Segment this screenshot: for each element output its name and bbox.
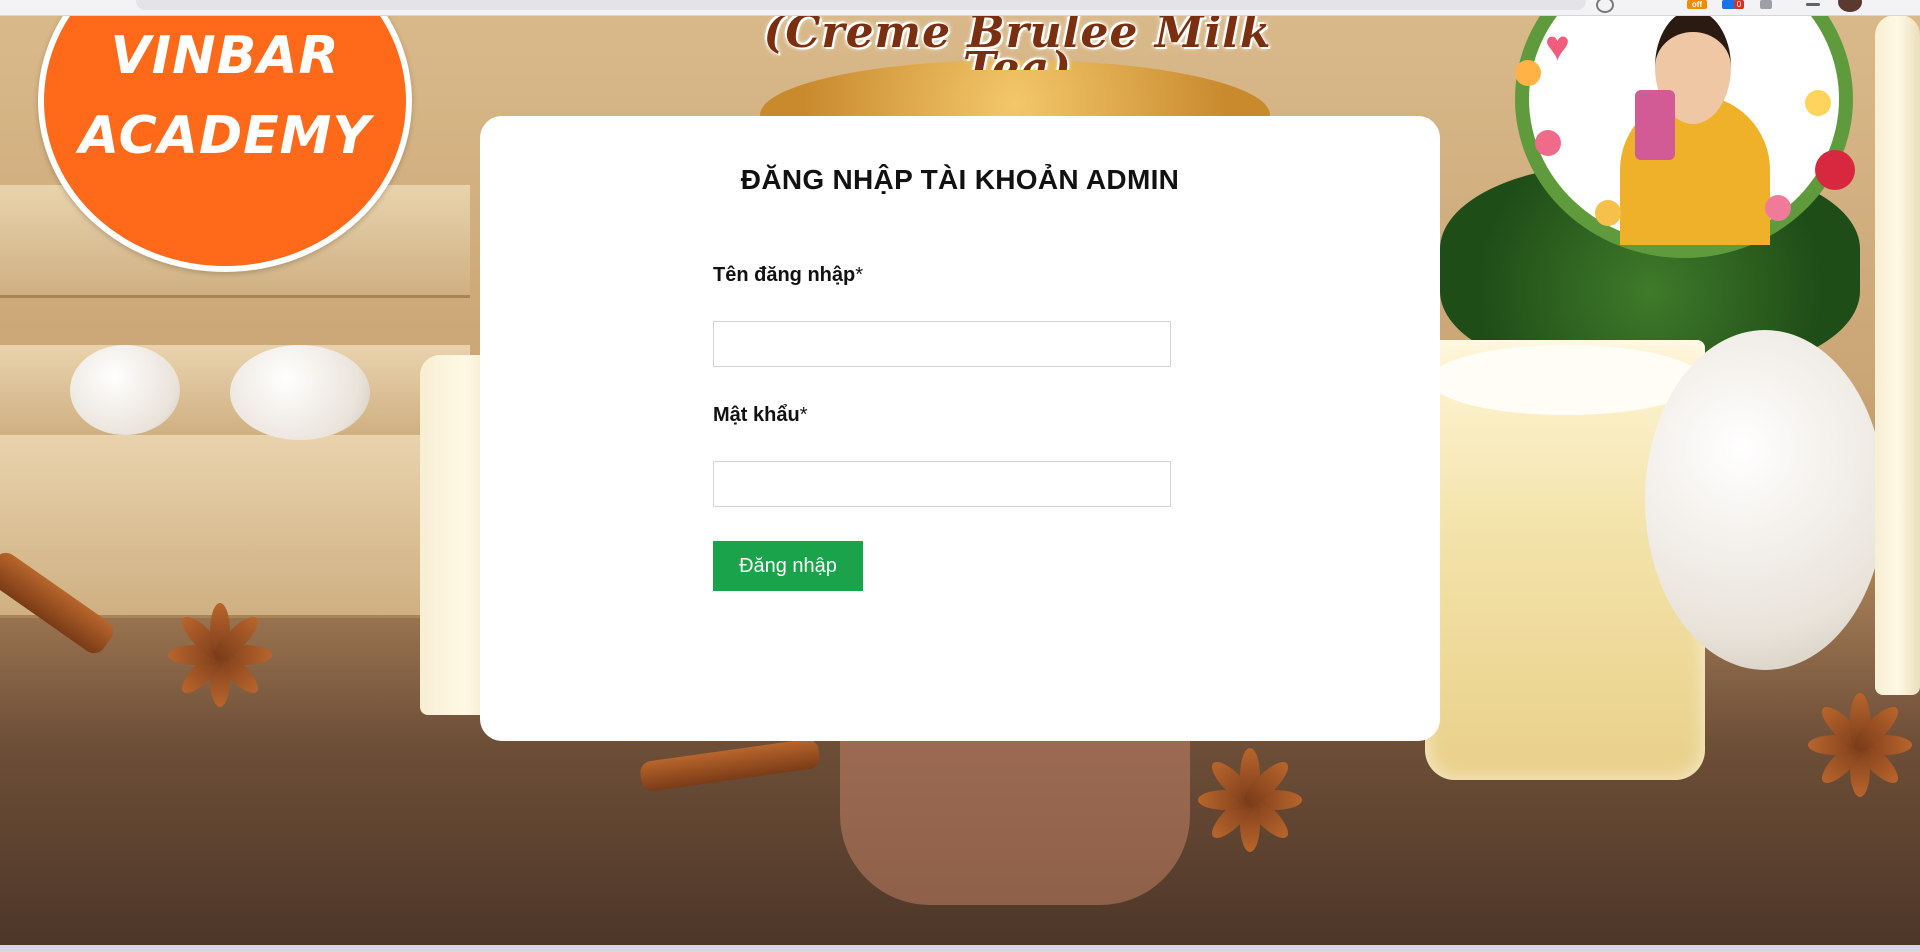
- extension-puzzle-icon[interactable]: [1760, 0, 1772, 9]
- egg: [70, 345, 180, 435]
- username-label-text: Tên đăng nhập: [713, 264, 856, 286]
- star-anise: [160, 603, 280, 707]
- heart-icon: ♥: [1545, 22, 1570, 69]
- flower-icon: [1515, 60, 1541, 86]
- flower-icon: [1535, 130, 1561, 156]
- username-label: Tên đăng nhập*: [713, 264, 863, 287]
- password-label: Mật khẩu*: [713, 404, 807, 427]
- logo-text-line1: VINBAR: [110, 26, 340, 86]
- banner-title: (Creme Brulee Milk Tea): [763, 15, 1272, 70]
- login-card: ĐĂNG NHẬP TÀI KHOẢN ADMIN Tên đăng nhập*…: [480, 116, 1440, 741]
- browser-toolbar: off 0: [0, 0, 1920, 16]
- required-mark: *: [799, 404, 808, 426]
- milk-tea-cup-icon: [1635, 90, 1675, 160]
- egg: [1645, 330, 1885, 670]
- star-anise: [1190, 748, 1310, 852]
- extension-icon[interactable]: [1596, 0, 1614, 13]
- flower-icon: [1815, 150, 1855, 190]
- extension-count-badge: 0: [1734, 0, 1744, 9]
- flower-icon: [1805, 90, 1831, 116]
- cinnamon-stick: [638, 737, 822, 793]
- menu-icon[interactable]: [1806, 3, 1820, 6]
- milk-foam: [1430, 345, 1702, 415]
- username-input[interactable]: [713, 321, 1171, 367]
- password-input[interactable]: [713, 461, 1171, 507]
- egg: [230, 345, 370, 440]
- flower-icon: [1595, 200, 1621, 226]
- logo-text-line2: ACADEMY: [78, 106, 372, 166]
- page-title: ĐĂNG NHẬP TÀI KHOẢN ADMIN: [740, 164, 1180, 195]
- wood-crate: [0, 435, 470, 618]
- login-button[interactable]: Đăng nhập: [713, 541, 863, 591]
- milk-bottle: [1875, 15, 1920, 695]
- extension-off-icon[interactable]: off: [1687, 0, 1707, 9]
- presenter-portrait: ♥: [1475, 0, 1875, 258]
- profile-avatar-icon[interactable]: [1838, 0, 1862, 12]
- star-anise: [1800, 693, 1920, 797]
- flower-icon: [1765, 195, 1791, 221]
- page-bottom-edge: [0, 945, 1920, 952]
- required-mark: *: [855, 264, 864, 286]
- address-bar[interactable]: [136, 0, 1586, 10]
- password-label-text: Mật khẩu: [713, 404, 800, 426]
